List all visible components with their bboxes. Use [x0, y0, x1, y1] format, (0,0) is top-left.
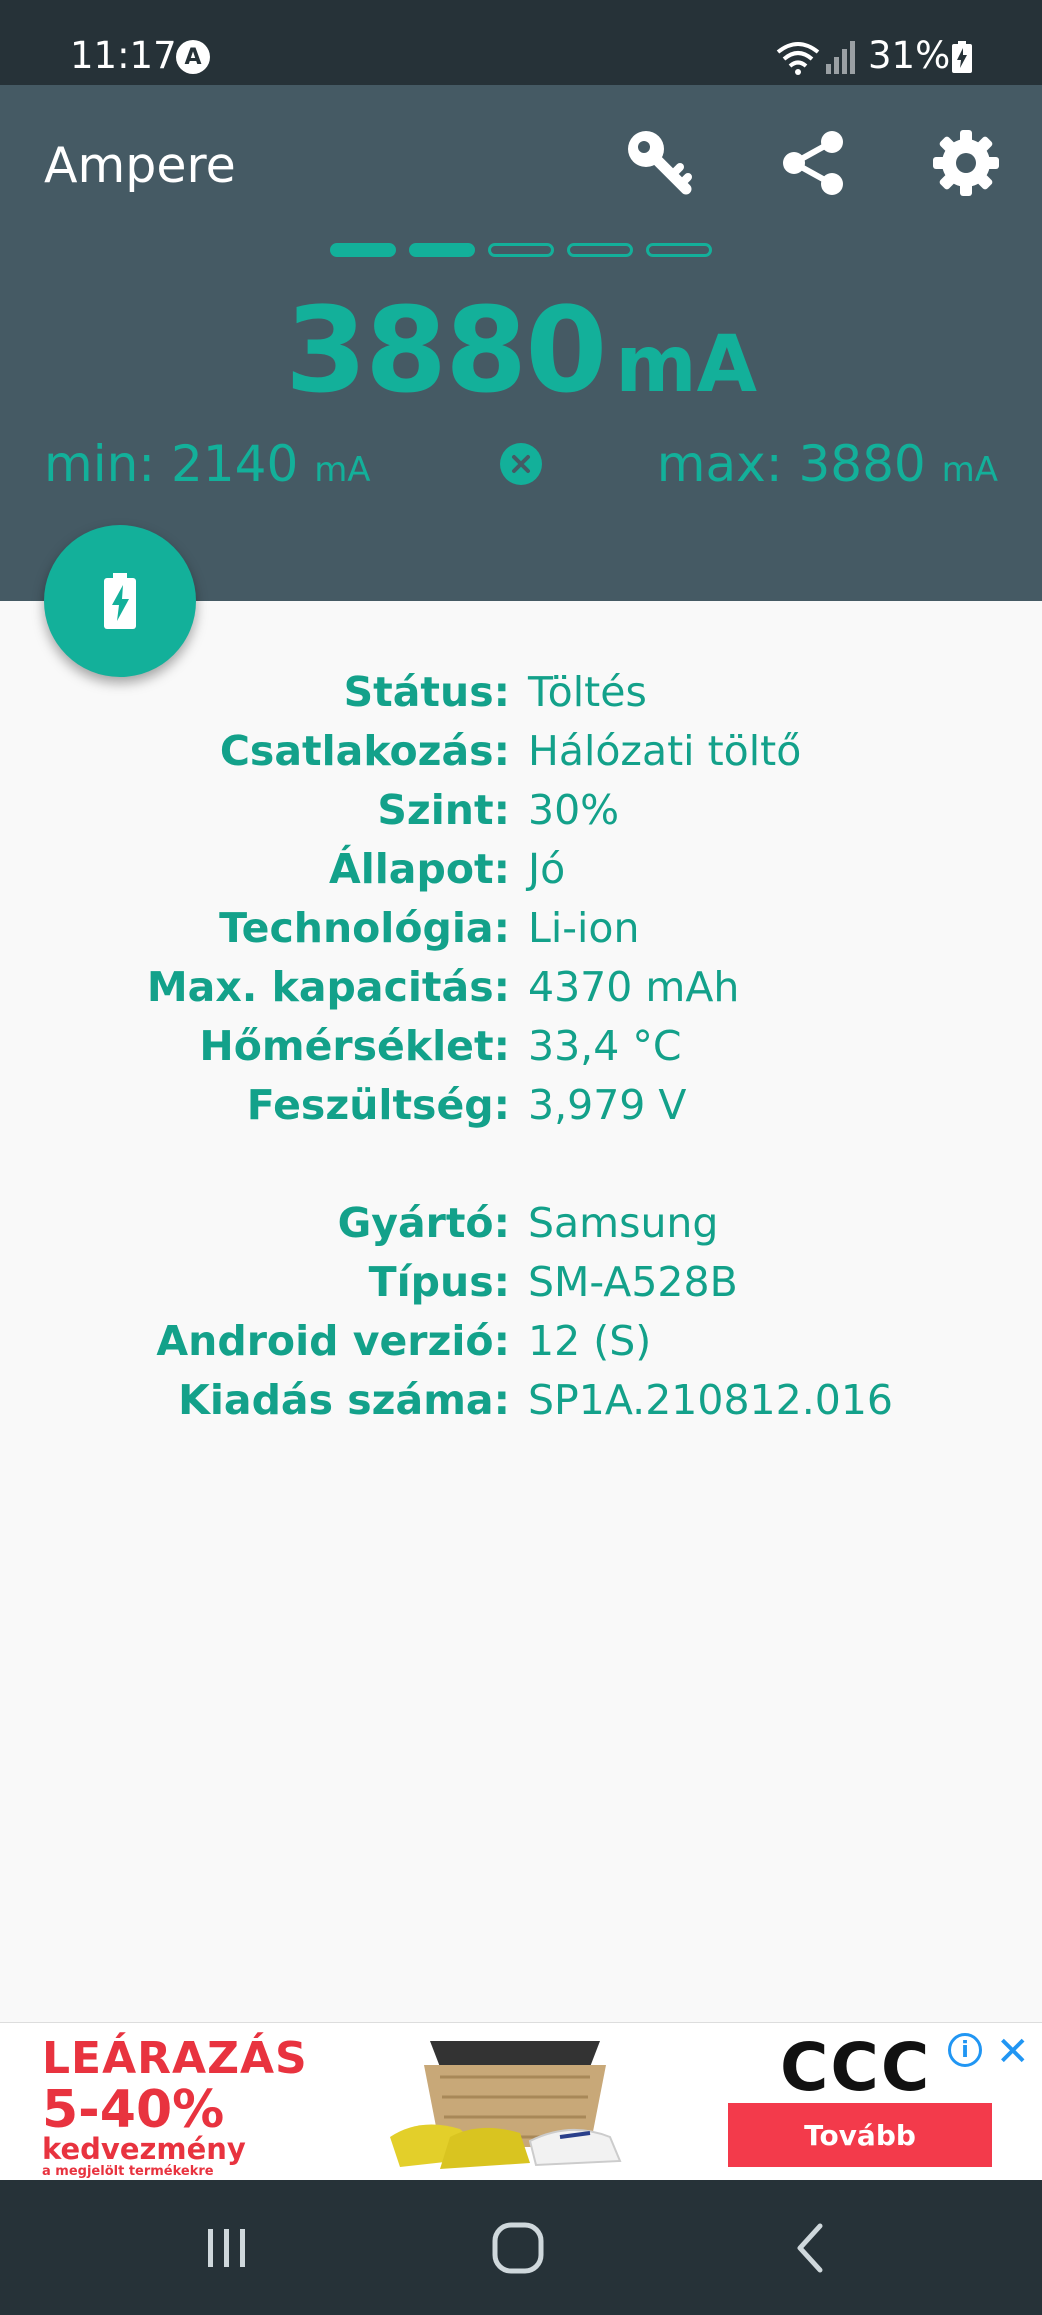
reset-minmax-icon[interactable] [500, 443, 542, 485]
info-value: 33,4 °C [528, 1022, 682, 1070]
info-row-manufacturer: Gyártó: Samsung [0, 1199, 1042, 1258]
info-label: Kiadás száma: [178, 1376, 510, 1424]
level-segment [409, 243, 475, 257]
status-time: 11:17 [70, 34, 177, 77]
signal-icon [826, 40, 856, 78]
share-icon[interactable] [775, 125, 851, 201]
system-nav-bar [0, 2180, 1042, 2315]
ad-cta-button[interactable]: Tovább [728, 2103, 992, 2167]
info-row-connection: Csatlakozás: Hálózati töltő [0, 727, 1042, 786]
battery-info-list: Státus: Töltés Csatlakozás: Hálózati töl… [0, 668, 1042, 1435]
ad-title: LEÁRAZÁS [42, 2033, 308, 2084]
ad-banner[interactable]: LEÁRAZÁS 5-40% kedvezmény a megjelölt te… [0, 2022, 1042, 2181]
current-value: 3880 [284, 281, 607, 419]
info-label: Állapot: [328, 845, 510, 893]
info-value: Hálózati töltő [528, 727, 802, 775]
info-value: SM-A528B [528, 1258, 738, 1306]
ad-info-icon[interactable]: i [948, 2033, 982, 2067]
info-row-level: Szint: 30% [0, 786, 1042, 845]
recents-button[interactable] [187, 2216, 267, 2280]
key-icon[interactable] [622, 125, 698, 201]
info-label: Szint: [377, 786, 510, 834]
max-reading: max: 3880 mA [657, 435, 998, 493]
current-reading: 3880 mA [0, 281, 1042, 419]
wifi-icon [775, 40, 821, 80]
info-label: Gyártó: [337, 1199, 510, 1247]
max-value: max: 3880 [656, 435, 926, 493]
info-row-capacity: Max. kapacitás: 4370 mAh [0, 963, 1042, 1022]
level-segment [567, 243, 633, 257]
info-value: Jó [528, 845, 566, 893]
info-row-android-version: Android verzió: 12 (S) [0, 1317, 1042, 1376]
info-row-health: Állapot: Jó [0, 845, 1042, 904]
info-label: Hőmérséklet: [199, 1022, 510, 1070]
info-row-build-number: Kiadás száma: SP1A.210812.016 [0, 1376, 1042, 1435]
info-row-technology: Technológia: Li-ion [0, 904, 1042, 963]
ad-product-image [380, 2037, 660, 2177]
max-unit: mA [941, 450, 998, 490]
recents-icon [208, 2229, 245, 2267]
info-value: Samsung [528, 1199, 719, 1247]
info-label: Max. kapacitás: [146, 963, 510, 1011]
level-segment [646, 243, 712, 257]
app-title: Ampere [44, 137, 236, 194]
level-segment [488, 243, 554, 257]
info-label: Státus: [343, 668, 510, 716]
battery-percent: 31% [868, 34, 951, 77]
home-button[interactable] [478, 2216, 558, 2280]
battery-fab-button[interactable] [44, 525, 196, 677]
info-value: Töltés [528, 668, 647, 716]
info-label: Feszültség: [246, 1081, 510, 1129]
battery-charging-icon [952, 41, 972, 77]
info-value: 3,979 V [528, 1081, 687, 1129]
info-row-status: Státus: Töltés [0, 668, 1042, 727]
min-value: min: 2140 [44, 435, 299, 493]
notification-a-icon: A [176, 40, 210, 74]
ad-small-print: a megjelölt termékekre [42, 2164, 214, 2179]
back-icon [797, 2223, 823, 2273]
back-button[interactable] [770, 2216, 850, 2280]
ad-close-icon[interactable]: ✕ [996, 2029, 1030, 2075]
info-row-temperature: Hőmérséklet: 33,4 °C [0, 1022, 1042, 1081]
info-value: 12 (S) [528, 1317, 652, 1365]
info-label: Típus: [368, 1258, 510, 1306]
home-icon [492, 2222, 544, 2274]
current-unit: mA [615, 320, 758, 410]
app-header: Ampere 3880 mA min: 2140 mA max: 3880 mA [0, 85, 1042, 601]
min-reading: min: 2140 mA [44, 435, 371, 493]
info-value: SP1A.210812.016 [528, 1376, 893, 1424]
info-row-model: Típus: SM-A528B [0, 1258, 1042, 1317]
ad-brand-logo: CCC [780, 2029, 932, 2106]
info-label: Technológia: [219, 904, 510, 952]
info-label: Android verzió: [156, 1317, 510, 1365]
status-bar: 11:17 A 31% [0, 0, 1042, 85]
info-value: 30% [528, 786, 620, 834]
ad-discount: 5-40% [42, 2080, 225, 2140]
battery-charging-icon [104, 573, 136, 629]
min-unit: mA [314, 450, 371, 490]
current-level-indicator [330, 243, 712, 261]
ad-subtitle: kedvezmény [42, 2132, 246, 2166]
ad-sale-text: LEÁRAZÁS 5-40% kedvezmény a megjelölt te… [42, 2033, 308, 2179]
settings-gear-icon[interactable] [928, 125, 1004, 201]
info-label: Csatlakozás: [219, 727, 510, 775]
info-value: 4370 mAh [528, 963, 740, 1011]
info-value: Li-ion [528, 904, 640, 952]
info-row-voltage: Feszültség: 3,979 V [0, 1081, 1042, 1140]
level-segment [330, 243, 396, 257]
